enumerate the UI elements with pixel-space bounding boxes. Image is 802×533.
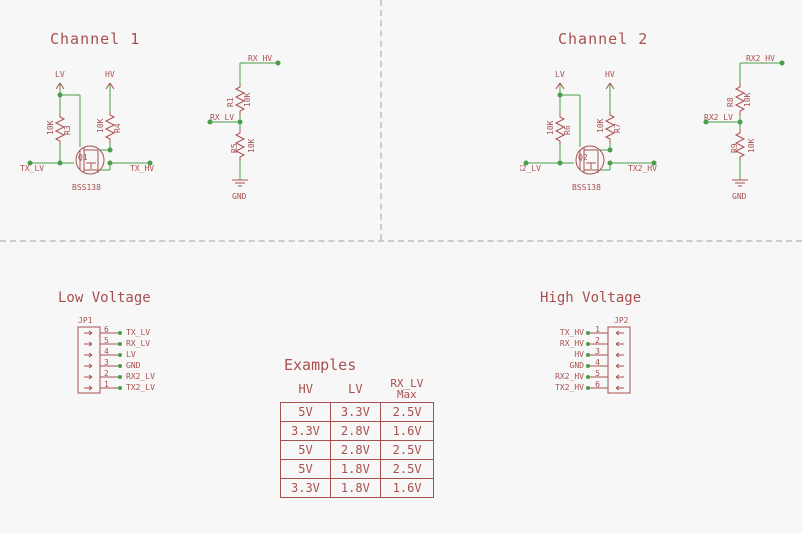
net-txhv-2: TX2_HV xyxy=(628,164,657,173)
svg-text:2: 2 xyxy=(595,336,600,345)
net-lv-1: LV xyxy=(55,70,65,79)
net-gnd-1: GND xyxy=(232,192,247,201)
examples-header-lv: LV xyxy=(330,376,380,403)
svg-text:5: 5 xyxy=(595,369,600,378)
q1-name: Q1 xyxy=(78,153,88,162)
svg-text:GND: GND xyxy=(570,361,585,370)
r1-name: R1 xyxy=(226,97,235,107)
svg-text:6: 6 xyxy=(595,380,600,389)
r4-name: R4 xyxy=(113,123,122,133)
svg-text:5: 5 xyxy=(104,336,109,345)
svg-text:3: 3 xyxy=(595,347,600,356)
q2-name: Q2 xyxy=(578,153,588,162)
r8-val: 10K xyxy=(743,92,752,107)
high-voltage-title: High Voltage xyxy=(540,290,641,306)
svg-text:3: 3 xyxy=(104,358,109,367)
svg-text:4: 4 xyxy=(104,347,109,356)
divider-vertical xyxy=(380,0,382,240)
r7-name: R7 xyxy=(613,123,622,133)
r6-val: 10K xyxy=(546,120,555,135)
net-hv-2: HV xyxy=(605,70,615,79)
channel-2-schematic: Q2 BSS138 10K R6 LV TX2_LV 10K R7 HV TX2… xyxy=(520,55,800,215)
net-lv-2: LV xyxy=(555,70,565,79)
net-gnd-2: GND xyxy=(732,192,747,201)
net-rxlv-2: RX2_LV xyxy=(704,113,733,122)
svg-text:TX2_HV: TX2_HV xyxy=(555,383,584,392)
r6-name: R6 xyxy=(563,125,572,135)
jp2-ref: JP2 xyxy=(614,316,629,325)
r8-name: R8 xyxy=(726,97,735,107)
r3-name: R3 xyxy=(63,125,72,135)
svg-text:TX2_LV: TX2_LV xyxy=(126,383,155,392)
net-rxhv-1: RX_HV xyxy=(248,55,272,63)
low-voltage-title: Low Voltage xyxy=(58,290,151,306)
r7-val: 10K xyxy=(596,118,605,133)
r3-val: 10K xyxy=(46,120,55,135)
table-row: 5V2.8V2.5V xyxy=(281,441,434,460)
examples-header-hv: HV xyxy=(281,376,331,403)
svg-text:2: 2 xyxy=(104,369,109,378)
jp1-ref: JP1 xyxy=(78,316,93,325)
svg-text:TX_HV: TX_HV xyxy=(560,328,584,337)
low-voltage-connector: JP1 6 TX_LV 5 RX_LV 4 LV 3 GND 2 RX2_LV 1 TX2_LV xyxy=(70,315,210,405)
examples-table: HV LV RX_LVMax 5V3.3V2.5V3.3V2.8V1.6V5V2… xyxy=(280,376,434,498)
table-row: 3.3V2.8V1.6V xyxy=(281,422,434,441)
examples-header-rxlv: RX_LVMax xyxy=(380,376,434,403)
divider-horizontal xyxy=(0,240,802,242)
svg-text:RX_LV: RX_LV xyxy=(126,339,150,348)
svg-text:6: 6 xyxy=(104,325,109,334)
channel-1-title: Channel 1 xyxy=(50,30,140,48)
r5-val: 10K xyxy=(247,138,256,153)
r9-name: R9 xyxy=(730,143,739,153)
svg-text:GND: GND xyxy=(126,361,141,370)
net-hv-1: HV xyxy=(105,70,115,79)
svg-text:LV: LV xyxy=(126,350,136,359)
q2-type: BSS138 xyxy=(572,183,601,192)
net-txlv-2: TX2_LV xyxy=(520,164,541,173)
r1-val: 10K xyxy=(243,92,252,107)
table-row: 5V3.3V2.5V xyxy=(281,403,434,422)
svg-text:1: 1 xyxy=(104,380,109,389)
net-rxhv-2: RX2_HV xyxy=(746,55,775,63)
svg-text:TX_LV: TX_LV xyxy=(126,328,150,337)
examples-title: Examples xyxy=(284,356,356,374)
r9-val: 10K xyxy=(747,138,756,153)
channel-2-title: Channel 2 xyxy=(558,30,648,48)
r4-val: 10K xyxy=(96,118,105,133)
net-txlv-1: TX_LV xyxy=(20,164,44,173)
net-rxlv-1: RX_LV xyxy=(210,113,234,122)
table-row: 3.3V1.8V1.6V xyxy=(281,479,434,498)
r5-name: R5 xyxy=(230,143,239,153)
net-txhv-1: TX_HV xyxy=(130,164,154,173)
table-row: 5V1.8V2.5V xyxy=(281,460,434,479)
channel-1-schematic: Q1 BSS138 10K R3 LV TX_LV 10K R4 HV TX_H… xyxy=(20,55,300,215)
svg-text:HV: HV xyxy=(574,350,584,359)
q1-type: BSS138 xyxy=(72,183,101,192)
svg-text:RX2_HV: RX2_HV xyxy=(555,372,584,381)
svg-text:1: 1 xyxy=(595,325,600,334)
svg-text:4: 4 xyxy=(595,358,600,367)
svg-text:RX2_LV: RX2_LV xyxy=(126,372,155,381)
high-voltage-connector: JP2 1 TX_HV 2 RX_HV 3 HV 4 GND 5 RX2_HV 6 TX2_HV xyxy=(550,315,690,405)
svg-text:RX_HV: RX_HV xyxy=(560,339,584,348)
